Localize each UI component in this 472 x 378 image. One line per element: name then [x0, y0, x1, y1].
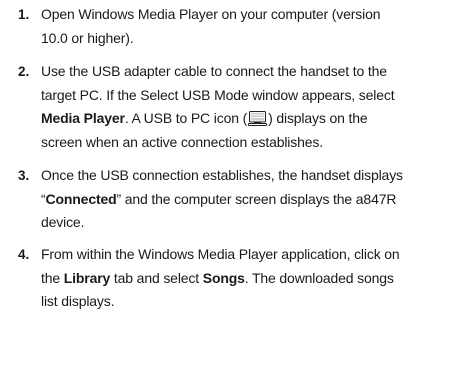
- step-line: Once the USB connection establishes, the…: [41, 167, 403, 183]
- step-line: the Library tab and select Songs. The do…: [41, 267, 469, 291]
- step-text-fragment: tab and select: [110, 269, 203, 286]
- step-line: Use the USB adapter cable to connect the…: [41, 63, 387, 79]
- step-line: “Connected” and the computer screen disp…: [41, 188, 469, 212]
- step-line: From within the Windows Media Player app…: [41, 246, 400, 262]
- step-text-fragment: ” and the computer screen displays the a…: [116, 190, 397, 207]
- step-text-fragment: ) displays on the: [268, 110, 368, 126]
- step-number: 3.: [18, 168, 30, 183]
- step-line: Open Windows Media Player on your comput…: [41, 6, 381, 22]
- step-line: screen when an active connection establi…: [41, 133, 323, 150]
- connected-status: Connected: [45, 190, 117, 207]
- step-text: Open Windows Media Player on your comput…: [41, 3, 469, 50]
- step-text: From within the Windows Media Player app…: [41, 243, 469, 314]
- step-text-fragment: . A USB to PC icon (: [124, 110, 248, 126]
- usb-to-pc-icon: [248, 110, 268, 126]
- step-line: device.: [41, 214, 85, 230]
- step-number: 1.: [18, 7, 30, 22]
- step-number: 2.: [18, 64, 30, 79]
- library-tab-reference: Library: [63, 269, 111, 286]
- step-number: 4.: [18, 247, 30, 262]
- step-text: Once the USB connection establishes, the…: [41, 164, 469, 235]
- step-text-fragment: the: [41, 269, 64, 286]
- step-text-fragment: . The downloaded songs: [244, 269, 394, 286]
- songs-option-reference: Songs: [202, 269, 245, 286]
- media-player-option: Media Player: [41, 110, 125, 126]
- step-line: Media Player. A USB to PC icon ( ) displ…: [41, 107, 469, 131]
- step-text: Use the USB adapter cable to connect the…: [41, 60, 469, 154]
- step-line: list displays.: [41, 293, 115, 309]
- step-line: target PC. If the Select USB Mode window…: [41, 86, 395, 103]
- step-line: 10.0 or higher).: [41, 29, 134, 46]
